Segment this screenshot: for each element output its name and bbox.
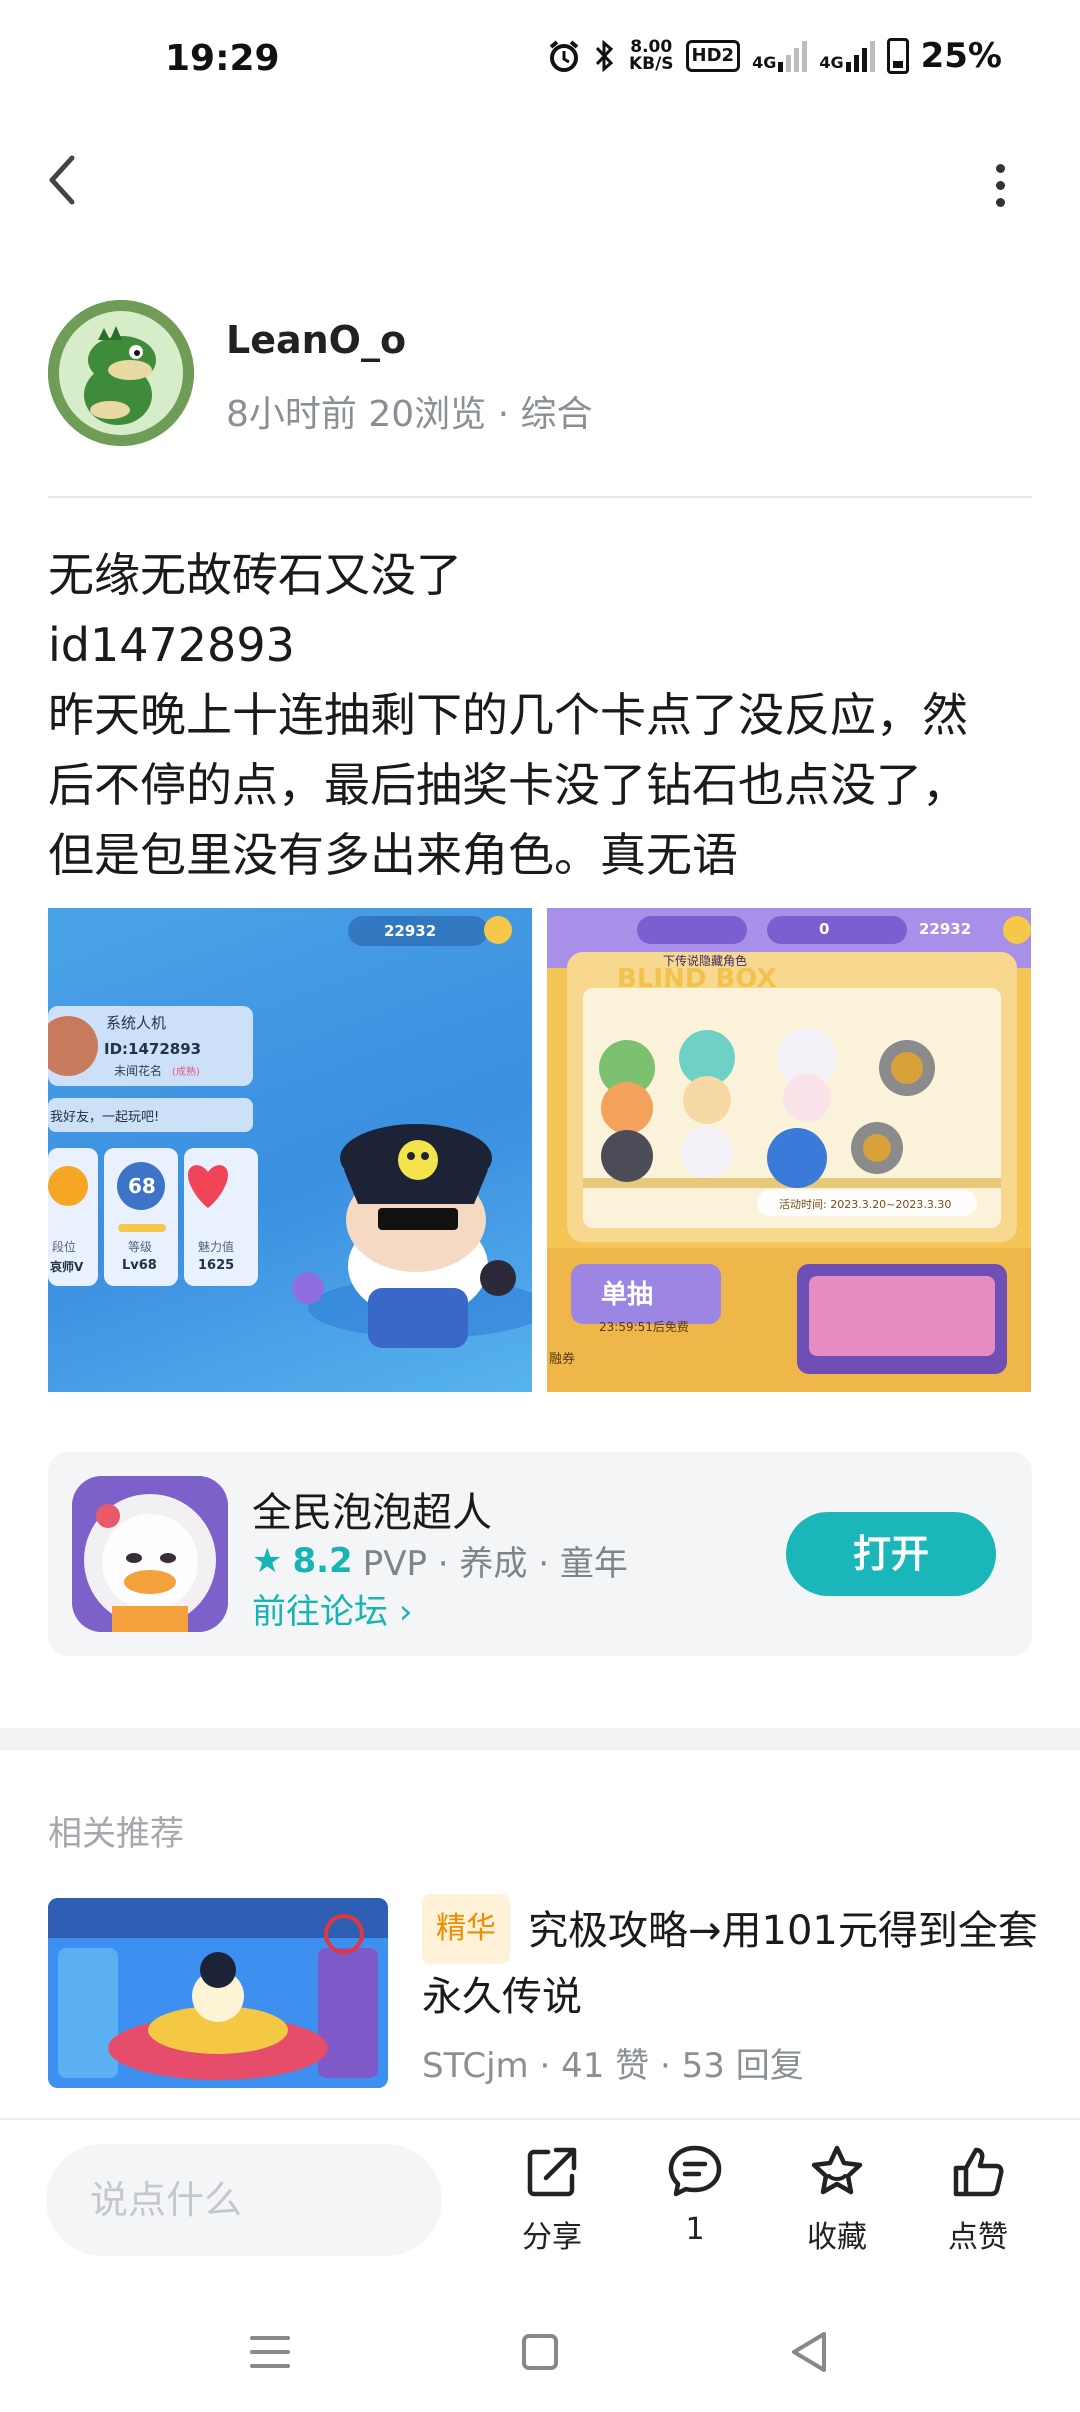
- triangle-back-icon: [792, 2332, 826, 2372]
- post-line: 昨天晚上十连抽剩下的几个卡点了没反应，然: [48, 688, 968, 742]
- like-button[interactable]: 点赞: [918, 2142, 1038, 2262]
- comment-icon: [668, 2145, 722, 2197]
- post-image-profile[interactable]: 22932 系统人机 ID:1472893 未闻花名 (成熟) 我好友，一起玩吧…: [48, 908, 532, 1392]
- image-stat-value: Lv68: [122, 1258, 157, 1273]
- home-button[interactable]: [510, 2322, 570, 2382]
- related-item-meta: STCjm · 41 赞 · 53 回复: [422, 2046, 804, 2086]
- bottom-action-bar: 分享 1 收藏 点赞: [0, 2118, 1080, 2286]
- image-profile-status: 未闻花名: [114, 1064, 163, 1078]
- forum-link[interactable]: 前往论坛 ›: [252, 1584, 412, 1633]
- image-stat-label: 等级: [128, 1240, 153, 1254]
- related-thumbnail[interactable]: [48, 1898, 388, 2088]
- chevron-left-icon: [49, 155, 75, 205]
- comment-count: 1: [685, 2212, 705, 2247]
- app-tags: PVP · 养成 · 童年: [362, 1544, 628, 1584]
- back-button[interactable]: [44, 150, 84, 210]
- image-level-number: 68: [128, 1174, 156, 1198]
- image-free-timer: 23:59:51后免费: [599, 1320, 689, 1334]
- related-author: STCjm: [422, 2046, 529, 2086]
- hd-voice-icon: HD2: [685, 40, 741, 72]
- signal-bars-icon: [778, 40, 808, 72]
- related-likes: 41 赞: [561, 2046, 650, 2086]
- duck-astronaut-icon: [72, 1476, 228, 1632]
- section-divider: [0, 1728, 1080, 1750]
- bluetooth-icon: [595, 39, 614, 73]
- battery-icon: [886, 38, 909, 74]
- app-card[interactable]: 全民泡泡超人 ★ 8.2 PVP · 养成 · 童年 前往论坛 › 打开: [48, 1452, 1032, 1656]
- more-vertical-icon: [995, 163, 1005, 173]
- related-item-title[interactable]: 精华 究极攻略→用101元得到全套永久传说: [422, 1894, 1042, 2030]
- related-section-title: 相关推荐: [48, 1814, 184, 1854]
- author-avatar[interactable]: [48, 300, 194, 446]
- image-stat-value: 1625: [198, 1258, 235, 1273]
- app-name: 全民泡泡超人: [252, 1490, 492, 1536]
- status-bar: 19:29 8.00 KB/S HD2 4G 4G 25%: [0, 0, 1080, 120]
- image-balance-right: 22932: [919, 920, 972, 938]
- post-meta: 8小时前 20浏览 · 综合: [226, 394, 593, 435]
- signal-1: 4G: [752, 40, 808, 72]
- image-stat-label: 段位: [52, 1240, 77, 1254]
- image-banner: BLIND BOX: [617, 964, 777, 994]
- more-options-button[interactable]: [980, 155, 1020, 215]
- post-line: id1472893: [48, 618, 295, 672]
- image-side-label: 融券: [549, 1352, 576, 1367]
- image-stat-value: 哀师V: [50, 1260, 84, 1274]
- image-stat-label: 魅力值: [198, 1240, 235, 1254]
- post-line: 但是包里没有多出来角色。真无语: [48, 828, 738, 882]
- featured-badge: 精华: [422, 1894, 510, 1964]
- post-line: 后不停的点，最后抽奖卡没了钻石也点没了，: [48, 758, 968, 812]
- system-back-button[interactable]: [780, 2322, 840, 2382]
- comment-input[interactable]: [46, 2144, 442, 2256]
- share-icon: [527, 2147, 577, 2197]
- divider: [48, 496, 1032, 498]
- image-profile-status-tag: (成熟): [172, 1067, 200, 1078]
- recent-apps-button[interactable]: [240, 2322, 300, 2382]
- image-draw-button: 单抽: [601, 1280, 654, 1310]
- favorite-button[interactable]: 收藏: [777, 2142, 897, 2262]
- chevron-right-icon: ›: [398, 1592, 413, 1632]
- status-time: 19:29: [165, 38, 280, 79]
- author-name[interactable]: LeanO_o: [226, 318, 406, 362]
- image-profile-name: 系统人机: [106, 1014, 167, 1032]
- app-rating: 8.2: [292, 1540, 353, 1581]
- image-balance-left: 0: [819, 920, 830, 938]
- signal-bars-icon: [845, 40, 875, 72]
- menu-icon: [250, 2336, 290, 2368]
- image-profile-id: ID:1472893: [104, 1040, 202, 1058]
- post-views: 20浏览: [368, 394, 487, 435]
- post-time: 8小时前: [226, 394, 357, 435]
- star-icon: ★: [252, 1540, 283, 1581]
- star-outline-icon: [811, 2145, 863, 2195]
- post-line: 无缘无故砖石又没了: [48, 548, 462, 602]
- open-app-button[interactable]: 打开: [786, 1512, 996, 1596]
- share-button[interactable]: 分享: [492, 2142, 612, 2262]
- image-balance: 22932: [384, 922, 437, 940]
- image-event-time: 活动时间: 2023.3.20~2023.3.30: [779, 1198, 952, 1211]
- system-navigation-bar: [0, 2286, 1080, 2412]
- signal-2: 4G: [819, 40, 875, 72]
- alarm-icon: [549, 40, 579, 72]
- post-category[interactable]: 综合: [521, 394, 593, 435]
- app-icon: [72, 1476, 228, 1632]
- post-image-blind-box[interactable]: 0 22932 下传说隐藏角色 BLIND BOX 活动时间: 2023.3.2…: [547, 908, 1031, 1392]
- post-body: 无缘无故砖石又没了 id1472893 昨天晚上十连抽剩下的几个卡点了没反应，然…: [48, 540, 1038, 890]
- comment-button[interactable]: 1: [635, 2142, 755, 2262]
- battery-level: 25%: [920, 36, 1002, 76]
- related-replies: 53 回复: [681, 2046, 804, 2086]
- image-greeting: 我好友，一起玩吧!: [50, 1110, 160, 1125]
- status-icons: 8.00 KB/S HD2 4G 4G 25%: [547, 36, 1002, 76]
- dinosaur-avatar-image: [48, 300, 194, 446]
- square-icon: [522, 2334, 558, 2370]
- app-rating-row: ★ 8.2 PVP · 养成 · 童年: [252, 1536, 628, 1585]
- thumbs-up-icon: [953, 2147, 1004, 2197]
- net-speed: 8.00 KB/S: [628, 37, 674, 74]
